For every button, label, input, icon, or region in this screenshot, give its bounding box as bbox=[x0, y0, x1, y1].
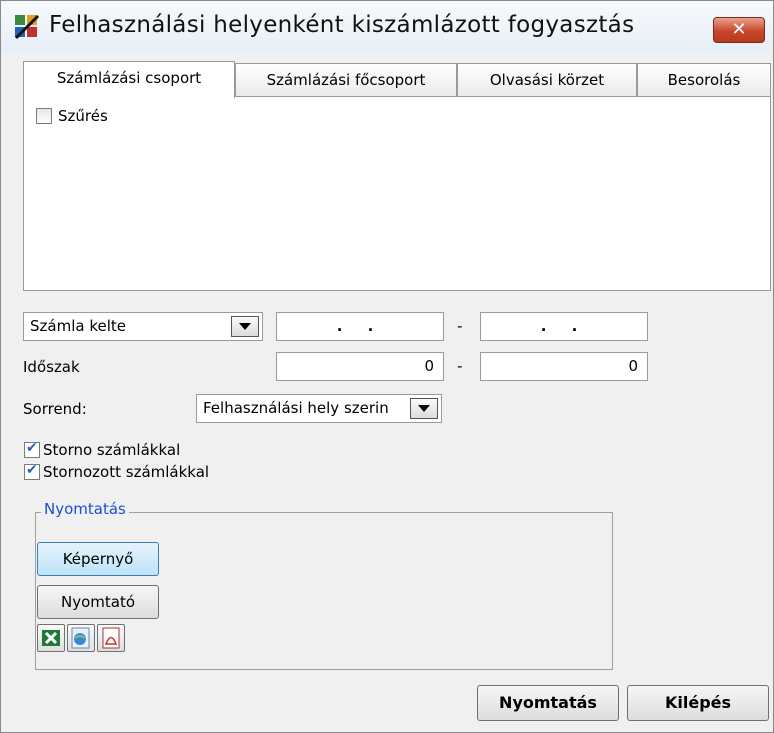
close-button[interactable]: ✕ bbox=[713, 17, 765, 43]
filter-label: Szűrés bbox=[58, 107, 108, 125]
print-group-title: Nyomtatás bbox=[41, 500, 129, 518]
html-export-icon[interactable] bbox=[67, 624, 95, 652]
app-icon bbox=[14, 14, 40, 40]
period-separator: - bbox=[457, 357, 463, 375]
tab-olvasasi-korzet[interactable]: Olvasási körzet bbox=[457, 63, 637, 97]
period-from-input[interactable]: 0 bbox=[276, 352, 444, 381]
tab-panel: Szűrés bbox=[23, 96, 771, 291]
storno-checkbox[interactable] bbox=[24, 440, 40, 458]
chevron-down-icon[interactable] bbox=[410, 398, 438, 419]
order-select[interactable]: Felhasználási hely szerin bbox=[196, 394, 442, 423]
chevron-down-icon[interactable] bbox=[231, 316, 259, 337]
stornozott-label: Stornozott számlákkal bbox=[43, 463, 210, 481]
order-value: Felhasználási hely szerin bbox=[203, 399, 389, 417]
stornozott-checkbox[interactable] bbox=[24, 462, 40, 480]
order-label: Sorrend: bbox=[23, 400, 87, 418]
date-type-select[interactable]: Számla kelte bbox=[23, 312, 263, 341]
pdf-icon[interactable] bbox=[97, 624, 125, 652]
title-bar[interactable]: Felhasználási helyenként kiszámlázott fo… bbox=[1, 1, 773, 53]
window-title: Felhasználási helyenként kiszámlázott fo… bbox=[49, 12, 635, 38]
tab-strip: Számlázási csoport Számlázási főcsoport … bbox=[23, 61, 771, 98]
print-button[interactable]: Nyomtatás bbox=[477, 685, 619, 721]
screen-button[interactable]: Képernyő bbox=[37, 542, 159, 576]
storno-label: Storno számlákkal bbox=[43, 441, 181, 459]
tab-szamlazasi-focsoport[interactable]: Számlázási főcsoport bbox=[235, 63, 457, 97]
exit-button[interactable]: Kilépés bbox=[627, 685, 769, 721]
period-label: Időszak bbox=[23, 358, 80, 376]
date-from-input[interactable]: . . bbox=[276, 312, 444, 341]
tab-szamlazasi-csoport[interactable]: Számlázási csoport bbox=[23, 61, 235, 98]
excel-icon[interactable] bbox=[37, 624, 65, 652]
date-to-input[interactable]: . . bbox=[480, 312, 648, 341]
tab-besorolas[interactable]: Besorolás bbox=[637, 63, 771, 97]
printer-button[interactable]: Nyomtató bbox=[37, 585, 159, 619]
period-to-input[interactable]: 0 bbox=[480, 352, 648, 381]
date-type-value: Számla kelte bbox=[30, 317, 126, 335]
filter-checkbox[interactable] bbox=[36, 108, 52, 124]
report-dialog: Felhasználási helyenként kiszámlázott fo… bbox=[0, 0, 774, 733]
date-separator: - bbox=[457, 317, 463, 335]
